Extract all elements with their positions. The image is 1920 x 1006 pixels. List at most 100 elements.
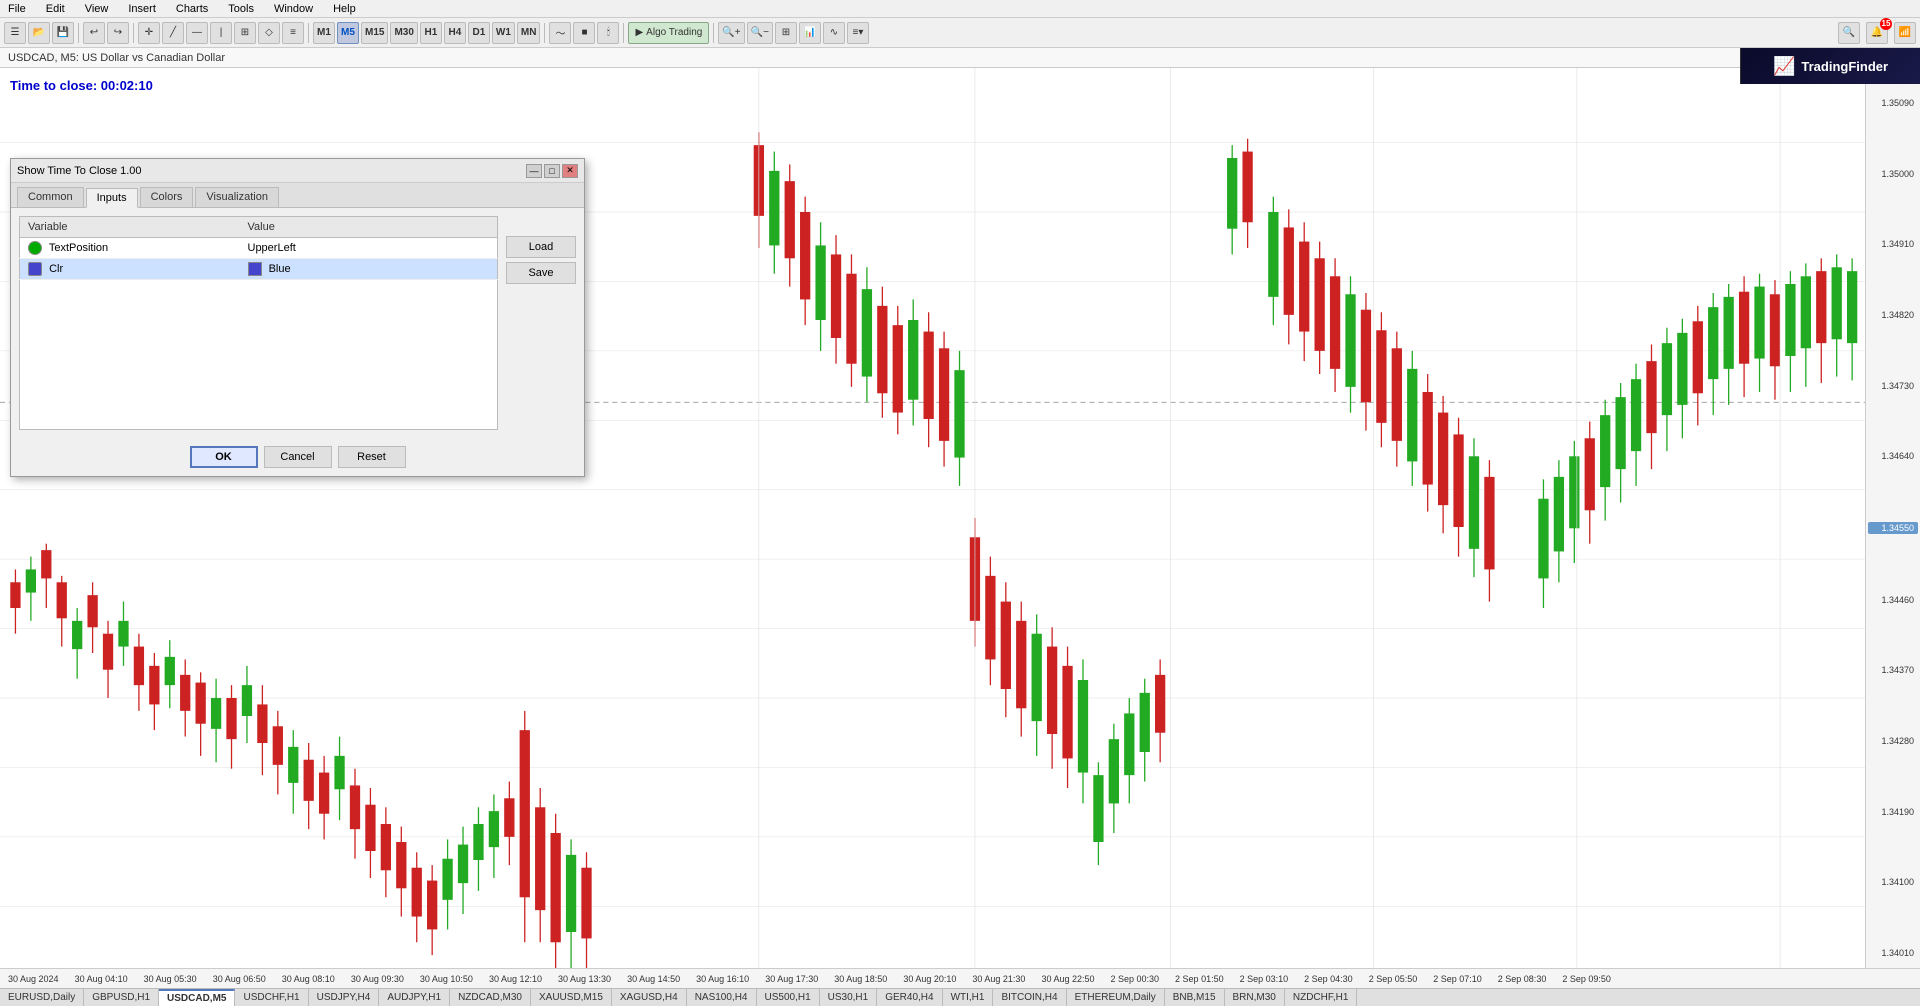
volume-button[interactable]: 📊 bbox=[799, 22, 821, 44]
zoom-out-button[interactable]: 🔍− bbox=[747, 22, 773, 44]
save-button[interactable]: 💾 bbox=[52, 22, 74, 44]
menu-edit[interactable]: Edit bbox=[42, 2, 69, 16]
menu-charts[interactable]: Charts bbox=[172, 2, 212, 16]
open-button[interactable]: 📂 bbox=[28, 22, 50, 44]
row2-icon bbox=[28, 262, 42, 276]
period-h4[interactable]: H4 bbox=[444, 22, 466, 44]
templates-button[interactable]: ≡▾ bbox=[847, 22, 869, 44]
menu-view[interactable]: View bbox=[81, 2, 113, 16]
bottom-tab-4[interactable]: USDJPY,H4 bbox=[309, 989, 380, 1006]
bottom-tab-6[interactable]: NZDCAD,M30 bbox=[450, 989, 531, 1006]
dialog-footer: OK Cancel Reset bbox=[11, 438, 584, 476]
inputs-table: Variable Value TextPosition bbox=[19, 216, 498, 280]
menu-file[interactable]: File bbox=[4, 2, 30, 16]
row1-variable: TextPosition bbox=[20, 238, 240, 259]
bottom-tab-3[interactable]: USDCHF,H1 bbox=[235, 989, 308, 1006]
bottom-tab-0[interactable]: EURUSD,Daily bbox=[0, 989, 84, 1006]
row2-value[interactable]: Blue bbox=[240, 259, 498, 280]
time-label-10: 30 Aug 16:10 bbox=[688, 974, 757, 984]
bottom-tab-7[interactable]: XAUUSD,M15 bbox=[531, 989, 612, 1006]
algo-trading-button[interactable]: ▶ Algo Trading bbox=[628, 22, 709, 44]
time-label-20: 2 Sep 05:50 bbox=[1361, 974, 1426, 984]
shapes-button[interactable]: ◇ bbox=[258, 22, 280, 44]
bottom-tab-1[interactable]: GBPUSD,H1 bbox=[84, 989, 159, 1006]
toolbar-sep-1 bbox=[78, 23, 79, 43]
grid-button[interactable]: ⊞ bbox=[775, 22, 797, 44]
period-m30[interactable]: M30 bbox=[390, 22, 417, 44]
period-w1[interactable]: W1 bbox=[492, 22, 515, 44]
chart-type-bar[interactable]: ■ bbox=[573, 22, 595, 44]
redo-button[interactable]: ↪ bbox=[107, 22, 129, 44]
bottom-tab-16[interactable]: BNB,M15 bbox=[1165, 989, 1225, 1006]
bottom-tab-2[interactable]: USDCAD,M5 bbox=[159, 989, 235, 1006]
chart-area[interactable]: Time to close: 00:02:10 bbox=[0, 68, 1920, 968]
menu-window[interactable]: Window bbox=[270, 2, 317, 16]
indicators-button[interactable]: ∿ bbox=[823, 22, 845, 44]
chart-type-candle[interactable]: 🕯 bbox=[597, 22, 619, 44]
zoom-in-button[interactable]: 🔍+ bbox=[718, 22, 744, 44]
dialog-maximize-button[interactable]: □ bbox=[544, 164, 560, 178]
channel-button[interactable]: ⊞ bbox=[234, 22, 256, 44]
line-button[interactable]: ╱ bbox=[162, 22, 184, 44]
dialog-titlebar: Show Time To Close 1.00 — □ ✕ bbox=[11, 159, 584, 183]
new-chart-button[interactable]: ☰ bbox=[4, 22, 26, 44]
bottom-tab-9[interactable]: NAS100,H4 bbox=[687, 989, 757, 1006]
price-label-1: 1.35090 bbox=[1868, 98, 1918, 108]
bottom-tab-12[interactable]: GER40,H4 bbox=[877, 989, 942, 1006]
time-label-22: 2 Sep 08:30 bbox=[1490, 974, 1555, 984]
time-label-6: 30 Aug 10:50 bbox=[412, 974, 481, 984]
ok-button[interactable]: OK bbox=[190, 446, 258, 468]
vline-button[interactable]: | bbox=[210, 22, 232, 44]
period-d1[interactable]: D1 bbox=[468, 22, 490, 44]
toolbar-sep-4 bbox=[544, 23, 545, 43]
crosshair-button[interactable]: ✛ bbox=[138, 22, 160, 44]
menu-tools[interactable]: Tools bbox=[224, 2, 258, 16]
period-m5[interactable]: M5 bbox=[337, 22, 359, 44]
time-label-3: 30 Aug 06:50 bbox=[205, 974, 274, 984]
time-label-21: 2 Sep 07:10 bbox=[1425, 974, 1490, 984]
bottom-tabs: EURUSD,Daily GBPUSD,H1 USDCAD,M5 USDCHF,… bbox=[0, 988, 1920, 1006]
col-variable: Variable bbox=[20, 217, 240, 238]
save-btn-dialog[interactable]: Save bbox=[506, 262, 576, 284]
tab-common[interactable]: Common bbox=[17, 187, 84, 207]
bottom-tab-18[interactable]: NZDCHF,H1 bbox=[1285, 989, 1358, 1006]
signal-button[interactable]: 📶 bbox=[1894, 22, 1916, 44]
period-m15[interactable]: M15 bbox=[361, 22, 388, 44]
dialog-close-button[interactable]: ✕ bbox=[562, 164, 578, 178]
period-m1[interactable]: M1 bbox=[313, 22, 335, 44]
table-row[interactable]: Clr Blue bbox=[20, 259, 498, 280]
tab-visualization[interactable]: Visualization bbox=[195, 187, 279, 207]
bottom-tab-5[interactable]: AUDJPY,H1 bbox=[379, 989, 450, 1006]
reset-button[interactable]: Reset bbox=[338, 446, 406, 468]
tab-inputs[interactable]: Inputs bbox=[86, 188, 138, 208]
bottom-tab-14[interactable]: BITCOIN,H4 bbox=[993, 989, 1066, 1006]
time-label-9: 30 Aug 14:50 bbox=[619, 974, 688, 984]
period-mn[interactable]: MN bbox=[517, 22, 541, 44]
dialog-minimize-button[interactable]: — bbox=[526, 164, 542, 178]
bottom-tab-10[interactable]: US500,H1 bbox=[757, 989, 820, 1006]
price-label-7: 1.34550 bbox=[1868, 522, 1918, 534]
time-label-18: 2 Sep 03:10 bbox=[1232, 974, 1297, 984]
bottom-tab-13[interactable]: WTI,H1 bbox=[943, 989, 994, 1006]
tab-colors[interactable]: Colors bbox=[140, 187, 194, 207]
bottom-tab-8[interactable]: XAGUSD,H4 bbox=[612, 989, 687, 1006]
period-h1[interactable]: H1 bbox=[420, 22, 442, 44]
table-row[interactable]: TextPosition UpperLeft bbox=[20, 238, 498, 259]
bottom-tab-11[interactable]: US30,H1 bbox=[820, 989, 878, 1006]
color-swatch-blue bbox=[248, 262, 262, 276]
price-label-11: 1.34190 bbox=[1868, 807, 1918, 817]
fibonacci-button[interactable]: ≡ bbox=[282, 22, 304, 44]
cancel-button[interactable]: Cancel bbox=[264, 446, 332, 468]
menu-help[interactable]: Help bbox=[329, 2, 360, 16]
time-label-8: 30 Aug 13:30 bbox=[550, 974, 619, 984]
bottom-tab-17[interactable]: BRN,M30 bbox=[1225, 989, 1285, 1006]
undo-button[interactable]: ↩ bbox=[83, 22, 105, 44]
bottom-tab-15[interactable]: ETHEREUM,Daily bbox=[1067, 989, 1165, 1006]
load-button[interactable]: Load bbox=[506, 236, 576, 258]
search-button[interactable]: 🔍 bbox=[1838, 22, 1860, 44]
row1-icon bbox=[28, 241, 42, 255]
menu-insert[interactable]: Insert bbox=[124, 2, 160, 16]
hline-button[interactable]: — bbox=[186, 22, 208, 44]
chart-type-line[interactable]: 〜 bbox=[549, 22, 571, 44]
row1-value[interactable]: UpperLeft bbox=[240, 238, 498, 259]
